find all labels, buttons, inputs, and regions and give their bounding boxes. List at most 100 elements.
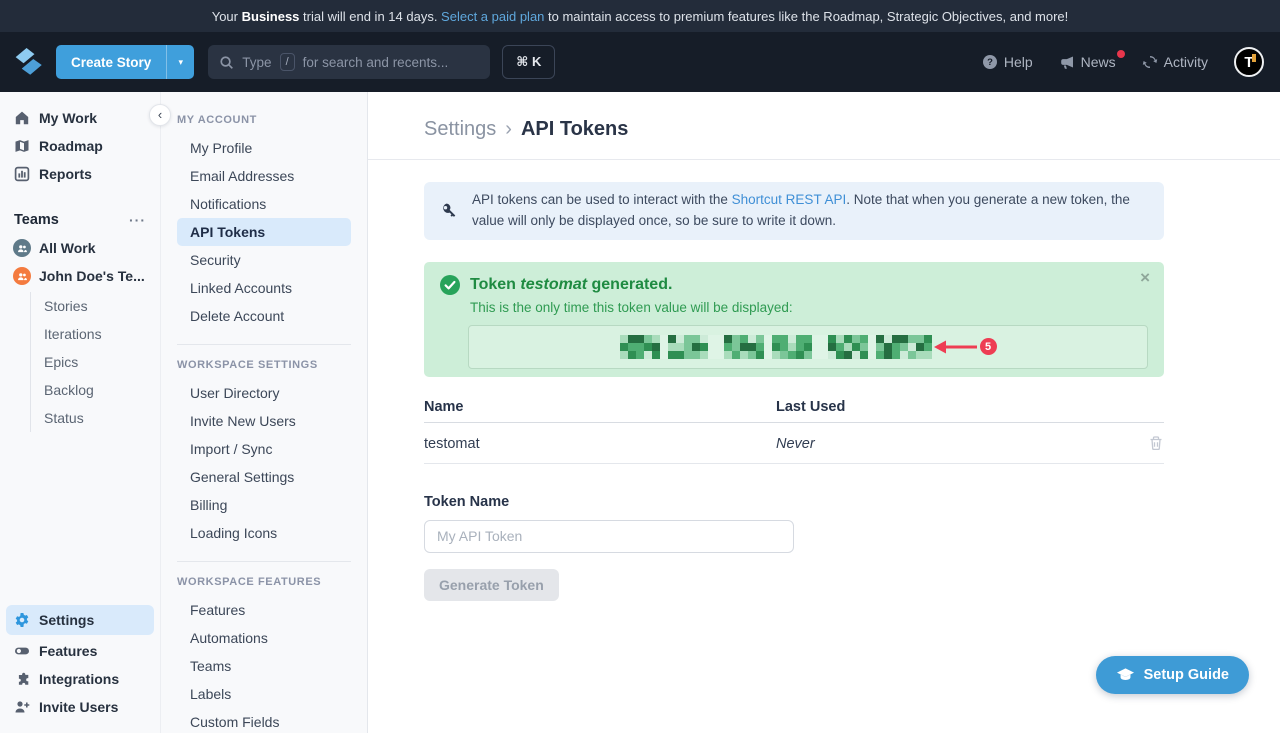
settings-nav-item-user-directory[interactable]: User Directory xyxy=(177,379,351,407)
shortcut-rest-api-link[interactable]: Shortcut REST API xyxy=(732,192,847,207)
slash-key-hint: / xyxy=(280,53,295,71)
breadcrumb: Settings›API Tokens xyxy=(368,92,1280,141)
shortcut-logo-icon[interactable] xyxy=(12,45,46,79)
settings-nav: MY ACCOUNT My Profile Email Addresses No… xyxy=(160,92,368,733)
delete-token-button[interactable] xyxy=(1148,435,1164,454)
banner-text: to maintain access to premium features l… xyxy=(544,9,1068,24)
trial-banner: Your Business trial will end in 14 days.… xyxy=(0,0,1280,32)
team-sub-nav: Stories Iterations Epics Backlog Status xyxy=(30,292,160,432)
create-story-dropdown[interactable]: ▾ xyxy=(166,45,194,79)
sidebar-item-invite-users[interactable]: Invite Users xyxy=(0,693,160,721)
breadcrumb-settings[interactable]: Settings xyxy=(424,118,496,140)
sidebar-item-my-work[interactable]: My Work xyxy=(0,104,160,132)
sidebar-item-all-work[interactable]: All Work xyxy=(0,234,160,262)
search-placeholder-prefix: Type xyxy=(242,55,271,70)
alert-title-text: generated. xyxy=(587,276,672,293)
avatar-initial: T xyxy=(1244,54,1253,71)
sidebar-item-label: Roadmap xyxy=(39,138,103,154)
sidebar-item-label: Integrations xyxy=(39,671,119,687)
news-label: News xyxy=(1081,54,1116,70)
setup-guide-button[interactable]: Setup Guide xyxy=(1096,656,1249,694)
toggle-icon xyxy=(14,643,30,659)
settings-nav-item-security[interactable]: Security xyxy=(177,246,351,274)
sidebar-item-stories[interactable]: Stories xyxy=(44,292,160,320)
settings-nav-item-loading-icons[interactable]: Loading Icons xyxy=(177,519,351,547)
token-value-box: 5 xyxy=(468,325,1148,369)
sidebar-item-settings[interactable]: Settings xyxy=(6,605,154,635)
annotation-number-badge: 5 xyxy=(980,338,997,355)
settings-nav-item-email-addresses[interactable]: Email Addresses xyxy=(177,162,351,190)
sidebar-item-iterations[interactable]: Iterations xyxy=(44,320,160,348)
team-avatar xyxy=(13,267,31,285)
search-icon xyxy=(219,55,234,70)
create-story-label[interactable]: Create Story xyxy=(56,45,166,79)
bar-chart-icon xyxy=(14,166,30,182)
sidebar-item-integrations[interactable]: Integrations xyxy=(0,665,160,693)
check-circle-icon xyxy=(440,275,460,295)
settings-nav-item-import-sync[interactable]: Import / Sync xyxy=(177,435,351,463)
settings-nav-item-api-tokens[interactable]: API Tokens xyxy=(177,218,351,246)
teams-section-title: Teams xyxy=(14,212,59,228)
generate-token-button[interactable]: Generate Token xyxy=(424,569,559,601)
sidebar-item-status[interactable]: Status xyxy=(44,404,160,432)
create-story-button[interactable]: Create Story ▾ xyxy=(56,45,194,79)
sidebar-item-backlog[interactable]: Backlog xyxy=(44,376,160,404)
settings-nav-item-billing[interactable]: Billing xyxy=(177,491,351,519)
gear-icon xyxy=(14,612,30,628)
news-button[interactable]: News xyxy=(1059,54,1116,70)
alert-title-text: Token xyxy=(470,276,520,293)
teams-menu-button[interactable]: ··· xyxy=(129,212,146,228)
svg-text:?: ? xyxy=(987,57,993,68)
caret-down-icon: ▾ xyxy=(179,57,184,68)
banner-text: trial will end in 14 days. xyxy=(299,9,441,24)
breadcrumb-separator: › xyxy=(496,118,521,140)
settings-nav-item-custom-fields[interactable]: Custom Fields xyxy=(177,708,351,733)
alert-subtitle: This is the only time this token value w… xyxy=(470,300,1148,315)
page-title: API Tokens xyxy=(521,118,628,140)
sidebar-item-reports[interactable]: Reports xyxy=(0,160,160,188)
settings-nav-item-labels[interactable]: Labels xyxy=(177,680,351,708)
home-icon xyxy=(14,110,30,126)
user-avatar[interactable]: T xyxy=(1234,47,1264,77)
top-navbar: Create Story ▾ Type / for search and rec… xyxy=(0,32,1280,92)
settings-nav-item-features[interactable]: Features xyxy=(177,596,351,624)
settings-nav-item-teams[interactable]: Teams xyxy=(177,652,351,680)
token-name-input[interactable] xyxy=(424,520,794,553)
sidebar-item-label: All Work xyxy=(39,240,96,256)
settings-nav-item-invite-new-users[interactable]: Invite New Users xyxy=(177,407,351,435)
activity-button[interactable]: Activity xyxy=(1142,54,1208,70)
token-row-last-used: Never xyxy=(776,436,815,452)
collapse-sidebar-button[interactable]: ‹ xyxy=(149,104,171,126)
help-label: Help xyxy=(1004,54,1033,70)
sidebar-item-team[interactable]: John Doe's Te... xyxy=(0,262,160,290)
cmd-k-shortcut-hint: ⌘ K xyxy=(502,45,555,79)
settings-nav-item-automations[interactable]: Automations xyxy=(177,624,351,652)
column-header-last-used: Last Used xyxy=(776,399,845,415)
settings-nav-item-general-settings[interactable]: General Settings xyxy=(177,463,351,491)
search-input[interactable]: Type / for search and recents... xyxy=(208,45,490,79)
help-icon: ? xyxy=(982,54,998,70)
close-icon[interactable]: × xyxy=(1140,268,1150,288)
token-name-label: Token Name xyxy=(424,494,1164,510)
help-button[interactable]: ? Help xyxy=(982,54,1033,70)
news-notification-dot xyxy=(1117,50,1125,58)
sidebar-item-epics[interactable]: Epics xyxy=(44,348,160,376)
sidebar-item-label: Settings xyxy=(39,612,94,628)
info-text: API tokens can be used to interact with … xyxy=(472,192,732,207)
activity-icon xyxy=(1142,54,1158,70)
settings-nav-item-notifications[interactable]: Notifications xyxy=(177,190,351,218)
token-generated-alert: × Token testomat generated. This is the … xyxy=(424,262,1164,377)
select-paid-plan-link[interactable]: Select a paid plan xyxy=(441,9,544,24)
sidebar-item-roadmap[interactable]: Roadmap xyxy=(0,132,160,160)
api-tokens-table: Name Last Used testomat Never xyxy=(424,399,1164,464)
sidebar-item-features[interactable]: Features xyxy=(0,637,160,665)
sidebar-item-label: Invite Users xyxy=(39,699,118,715)
divider xyxy=(177,344,351,345)
sidebar-item-label: Features xyxy=(39,643,97,659)
divider xyxy=(368,159,1280,160)
settings-nav-item-linked-accounts[interactable]: Linked Accounts xyxy=(177,274,351,302)
token-row-name: testomat xyxy=(424,436,776,452)
setup-guide-label: Setup Guide xyxy=(1144,667,1229,683)
settings-nav-item-my-profile[interactable]: My Profile xyxy=(177,134,351,162)
settings-nav-item-delete-account[interactable]: Delete Account xyxy=(177,302,351,330)
